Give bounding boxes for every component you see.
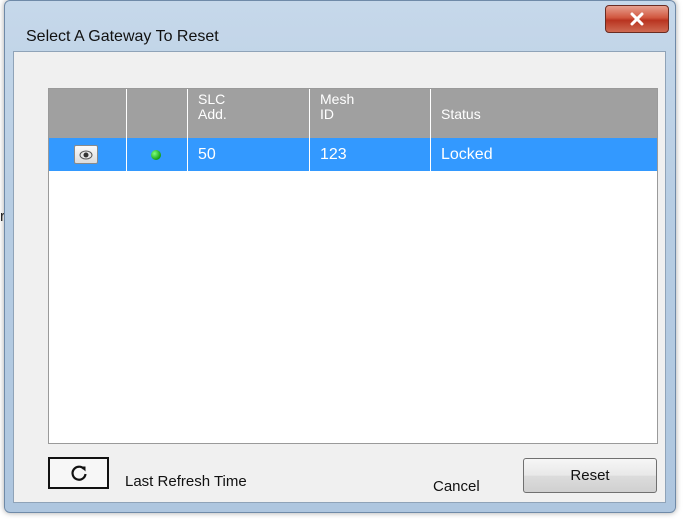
title-bar[interactable]: Select A Gateway To Reset: [5, 1, 675, 53]
view-cell: [49, 138, 127, 171]
header-view[interactable]: [49, 89, 127, 138]
reset-button[interactable]: Reset: [523, 458, 657, 493]
header-slc-add[interactable]: SLC Add.: [188, 89, 310, 138]
close-icon: [630, 12, 644, 26]
cancel-button[interactable]: Cancel: [433, 478, 480, 495]
refresh-icon: [71, 465, 87, 481]
last-refresh-time-label: Last Refresh Time: [125, 473, 247, 490]
view-button[interactable]: [74, 145, 98, 164]
mesh-id-cell: 123: [310, 138, 431, 171]
table-row[interactable]: 50 123 Locked: [49, 138, 657, 171]
header-indicator[interactable]: [127, 89, 188, 138]
gateway-grid[interactable]: SLC Add. Mesh ID Status 50 123 Locked: [48, 88, 658, 444]
reset-gateway-dialog: Select A Gateway To Reset SLC Add. Mesh …: [4, 0, 676, 513]
dialog-body: SLC Add. Mesh ID Status 50 123 Locked La…: [13, 51, 666, 503]
close-button[interactable]: [605, 5, 669, 33]
header-mesh-id[interactable]: Mesh ID: [310, 89, 431, 138]
header-status[interactable]: Status: [431, 89, 657, 138]
dialog-title: Select A Gateway To Reset: [26, 28, 219, 45]
refresh-button[interactable]: [48, 457, 109, 489]
eye-icon: [79, 150, 93, 159]
indicator-cell: [127, 138, 188, 171]
status-indicator-icon: [151, 150, 161, 160]
grid-header: SLC Add. Mesh ID Status: [49, 89, 657, 138]
slc-add-cell: 50: [188, 138, 310, 171]
status-cell: Locked: [441, 146, 493, 163]
